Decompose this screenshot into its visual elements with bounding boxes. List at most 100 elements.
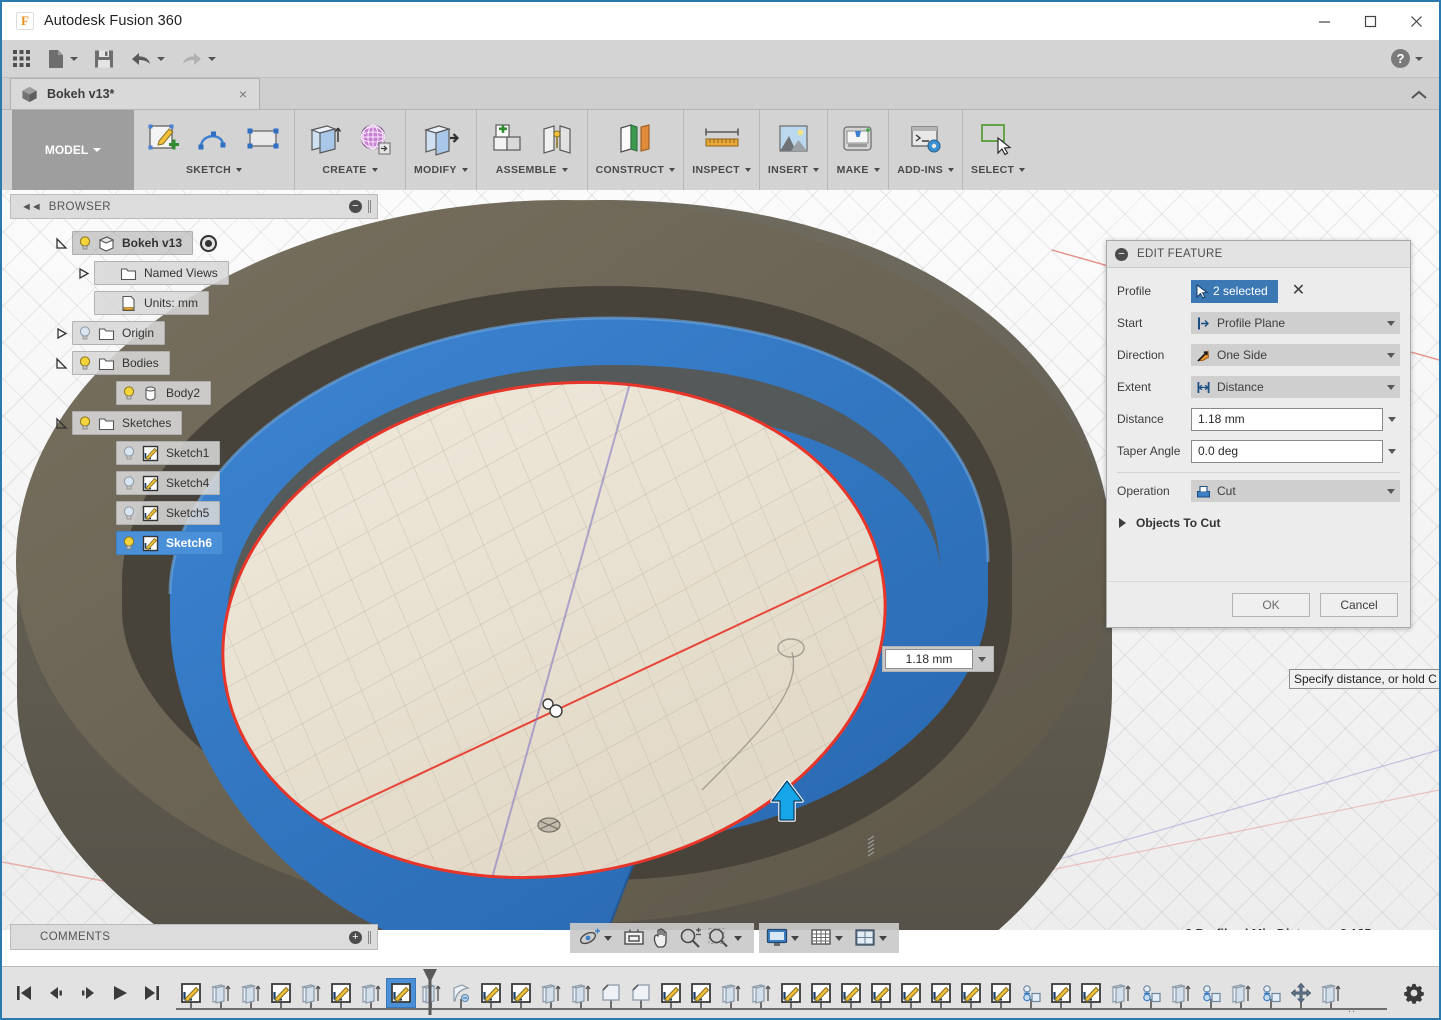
display-settings-button[interactable] — [763, 925, 807, 951]
insert-image-button[interactable] — [772, 118, 816, 160]
create-form-button[interactable] — [353, 118, 397, 160]
chevron-down-icon[interactable] — [879, 936, 887, 941]
zoom-button[interactable] — [676, 925, 704, 951]
start-dropdown[interactable]: Profile Plane — [1191, 312, 1400, 334]
timeline-feature-sketch[interactable] — [896, 978, 926, 1008]
timeline-feature-sketch[interactable] — [176, 978, 206, 1008]
taper-angle-input[interactable]: 0.0 deg — [1191, 440, 1383, 463]
distance-manipulator-input[interactable]: 1.18 mm — [882, 646, 994, 672]
tree-row-sketch5[interactable]: Sketch5 — [10, 498, 380, 528]
timeline-feature-sketch[interactable] — [656, 978, 686, 1008]
spline-button[interactable] — [192, 118, 236, 160]
close-button[interactable] — [1393, 2, 1439, 40]
timeline-feature-sketch[interactable] — [506, 978, 536, 1008]
tree-item-origin[interactable]: Origin — [72, 321, 165, 345]
step-back-button[interactable] — [42, 978, 70, 1008]
timeline-feature-extrude[interactable] — [746, 978, 776, 1008]
look-at-button[interactable] — [620, 925, 648, 951]
tree-item-named-views[interactable]: Named Views — [94, 261, 229, 285]
tree-row-units[interactable]: Units: mm — [10, 288, 380, 318]
redo-button[interactable] — [175, 43, 222, 75]
comments-panel-header[interactable]: COMMENTS + — [10, 924, 378, 950]
lightbulb-off-icon[interactable] — [121, 445, 137, 461]
timeline-feature-pattern[interactable] — [1136, 978, 1166, 1008]
plus-circle-icon[interactable]: + — [349, 931, 362, 944]
tree-row-sketch4[interactable]: Sketch4 — [10, 468, 380, 498]
timeline-feature-extrude[interactable] — [296, 978, 326, 1008]
timeline-feature-extrude[interactable] — [1226, 978, 1256, 1008]
timeline-feature-sketch[interactable] — [686, 978, 716, 1008]
tree-item-body2[interactable]: Body2 — [116, 381, 211, 405]
double-chevron-left-icon[interactable]: ◄◄ — [21, 201, 41, 213]
orbit-button[interactable] — [574, 925, 620, 951]
profile-selection-button[interactable]: 2 selected — [1191, 280, 1278, 303]
timeline-feature-sketch[interactable] — [386, 978, 416, 1008]
expander-right-icon[interactable] — [72, 267, 94, 280]
timeline-feature-sketch[interactable] — [986, 978, 1016, 1008]
timeline-feature-extrude[interactable] — [206, 978, 236, 1008]
play-button[interactable] — [106, 978, 134, 1008]
chevron-down-icon[interactable] — [734, 936, 742, 941]
chevron-down-icon[interactable] — [236, 168, 242, 172]
dialog-header[interactable]: − EDIT FEATURE — [1107, 241, 1410, 268]
lightbulb-off-icon[interactable] — [77, 325, 93, 341]
lightbulb-on-icon[interactable] — [121, 535, 137, 551]
timeline-feature-sketch[interactable] — [926, 978, 956, 1008]
timeline-feature-sketch[interactable] — [836, 978, 866, 1008]
timeline-feature-sketch[interactable] — [1046, 978, 1076, 1008]
tree-item-sketch5[interactable]: Sketch5 — [116, 501, 220, 525]
objects-to-cut-section[interactable]: Objects To Cut — [1117, 509, 1400, 537]
timeline-feature-sketch[interactable] — [326, 978, 356, 1008]
file-menu-button[interactable] — [41, 43, 84, 75]
chevron-down-icon[interactable] — [813, 168, 819, 172]
direction-dropdown[interactable]: One Side — [1191, 344, 1400, 366]
chevron-down-icon[interactable] — [562, 168, 568, 172]
timeline-feature-chamfer[interactable] — [626, 978, 656, 1008]
minus-circle-icon[interactable]: − — [349, 200, 362, 213]
chevron-down-icon[interactable] — [745, 168, 751, 172]
offset-plane-button[interactable] — [613, 118, 657, 160]
timeline-feature-extrude[interactable] — [566, 978, 596, 1008]
close-icon[interactable]: × — [235, 86, 251, 102]
maximize-button[interactable] — [1347, 2, 1393, 40]
chevron-down-icon[interactable] — [948, 168, 954, 172]
timeline-settings-button[interactable] — [1397, 978, 1431, 1008]
select-button[interactable] — [976, 118, 1020, 160]
timeline-feature-chamfer[interactable] — [596, 978, 626, 1008]
chevron-down-icon[interactable] — [835, 936, 843, 941]
timeline-marker[interactable] — [422, 969, 438, 1015]
expander-down-icon[interactable] — [50, 357, 72, 370]
chevron-down-icon[interactable] — [604, 936, 612, 941]
tree-row-named-views[interactable]: Named Views — [10, 258, 380, 288]
tree-row-sketch6[interactable]: Sketch6 — [10, 528, 380, 558]
timeline-feature-fillet[interactable] — [446, 978, 476, 1008]
extent-dropdown[interactable]: Distance — [1191, 376, 1400, 398]
joint-button[interactable] — [535, 118, 579, 160]
tree-row-body2[interactable]: Body2 — [10, 378, 380, 408]
browser-resize-grip[interactable] — [368, 200, 371, 213]
clear-selection-icon[interactable]: ✕ — [1292, 283, 1305, 299]
taper-dropdown-toggle[interactable] — [1383, 440, 1400, 463]
chevron-down-icon[interactable] — [874, 168, 880, 172]
expander-right-icon[interactable] — [50, 327, 72, 340]
timeline-feature-extrude[interactable] — [716, 978, 746, 1008]
chevron-down-icon[interactable] — [462, 168, 468, 172]
create-sketch-button[interactable] — [142, 118, 186, 160]
tree-item-bodies[interactable]: Bodies — [72, 351, 170, 375]
timeline-track[interactable]: .. — [176, 969, 1397, 1017]
step-forward-button[interactable] — [74, 978, 102, 1008]
timeline-feature-extrude[interactable] — [1316, 978, 1346, 1008]
save-button[interactable] — [88, 43, 120, 75]
document-tab-bokeh[interactable]: Bokeh v13* × — [10, 78, 260, 109]
lightbulb-on-icon[interactable] — [77, 235, 93, 251]
distance-input[interactable]: 1.18 mm — [1191, 408, 1383, 431]
grid-snaps-button[interactable] — [807, 925, 851, 951]
fit-button[interactable] — [704, 925, 750, 951]
timeline-feature-sketch[interactable] — [1076, 978, 1106, 1008]
timeline-feature-sketch[interactable] — [866, 978, 896, 1008]
tree-item-bokeh-v13[interactable]: Bokeh v13 — [72, 231, 193, 255]
ok-button[interactable]: OK — [1232, 593, 1310, 617]
new-component-button[interactable] — [485, 118, 529, 160]
activate-component-radio[interactable] — [200, 235, 217, 252]
tree-item-units[interactable]: Units: mm — [94, 291, 209, 315]
